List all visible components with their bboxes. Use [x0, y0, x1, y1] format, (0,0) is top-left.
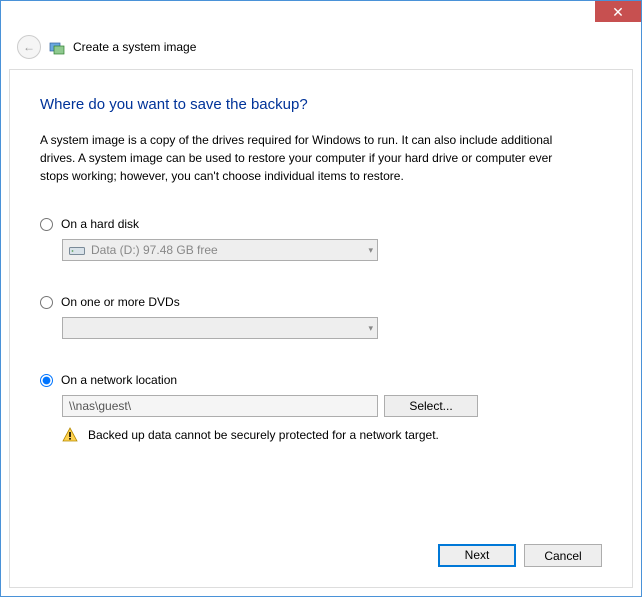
network-row: \\nas\guest\ Select...: [62, 395, 602, 417]
option-dvd: On one or more DVDs ▾: [40, 295, 602, 339]
radio-hard-disk-row[interactable]: On a hard disk: [40, 217, 602, 231]
system-image-icon: [49, 39, 65, 55]
close-button[interactable]: ✕: [595, 1, 641, 22]
hard-disk-selected: Data (D:) 97.48 GB free: [91, 243, 364, 257]
header: ← Create a system image: [1, 29, 641, 69]
radio-network-label: On a network location: [61, 373, 177, 387]
network-path-input[interactable]: \\nas\guest\: [62, 395, 378, 417]
close-icon: ✕: [612, 5, 624, 19]
radio-network[interactable]: [40, 374, 53, 387]
warning-icon: [62, 427, 78, 443]
drive-icon: [69, 244, 85, 256]
footer: Next Cancel: [40, 528, 602, 567]
wizard-window: ✕ ← Create a system image Where do you w…: [0, 0, 642, 597]
radio-hard-disk[interactable]: [40, 218, 53, 231]
dvd-dropdown[interactable]: ▾: [62, 317, 378, 339]
page-heading: Where do you want to save the backup?: [40, 96, 602, 113]
content-frame: Where do you want to save the backup? A …: [9, 69, 633, 588]
radio-network-row[interactable]: On a network location: [40, 373, 602, 387]
back-arrow-icon: ←: [23, 40, 35, 54]
cancel-button[interactable]: Cancel: [524, 544, 602, 567]
option-network: On a network location \\nas\guest\ Selec…: [40, 373, 602, 443]
hard-disk-dropdown[interactable]: Data (D:) 97.48 GB free ▾: [62, 239, 378, 261]
radio-dvd-label: On one or more DVDs: [61, 295, 180, 309]
header-title: Create a system image: [73, 40, 196, 54]
radio-dvd[interactable]: [40, 296, 53, 309]
network-warning-text: Backed up data cannot be securely protec…: [88, 428, 439, 442]
option-hard-disk: On a hard disk Data (D:) 97.48 GB free ▾: [40, 217, 602, 261]
radio-hard-disk-label: On a hard disk: [61, 217, 139, 231]
page-description: A system image is a copy of the drives r…: [40, 131, 580, 185]
select-button[interactable]: Select...: [384, 395, 478, 417]
network-path-value: \\nas\guest\: [69, 399, 131, 413]
back-button[interactable]: ←: [17, 35, 41, 59]
next-button[interactable]: Next: [438, 544, 516, 567]
network-warning: Backed up data cannot be securely protec…: [62, 427, 602, 443]
titlebar: ✕: [1, 1, 641, 29]
radio-dvd-row[interactable]: On one or more DVDs: [40, 295, 602, 309]
chevron-down-icon: ▾: [368, 323, 373, 334]
chevron-down-icon: ▾: [368, 245, 373, 256]
